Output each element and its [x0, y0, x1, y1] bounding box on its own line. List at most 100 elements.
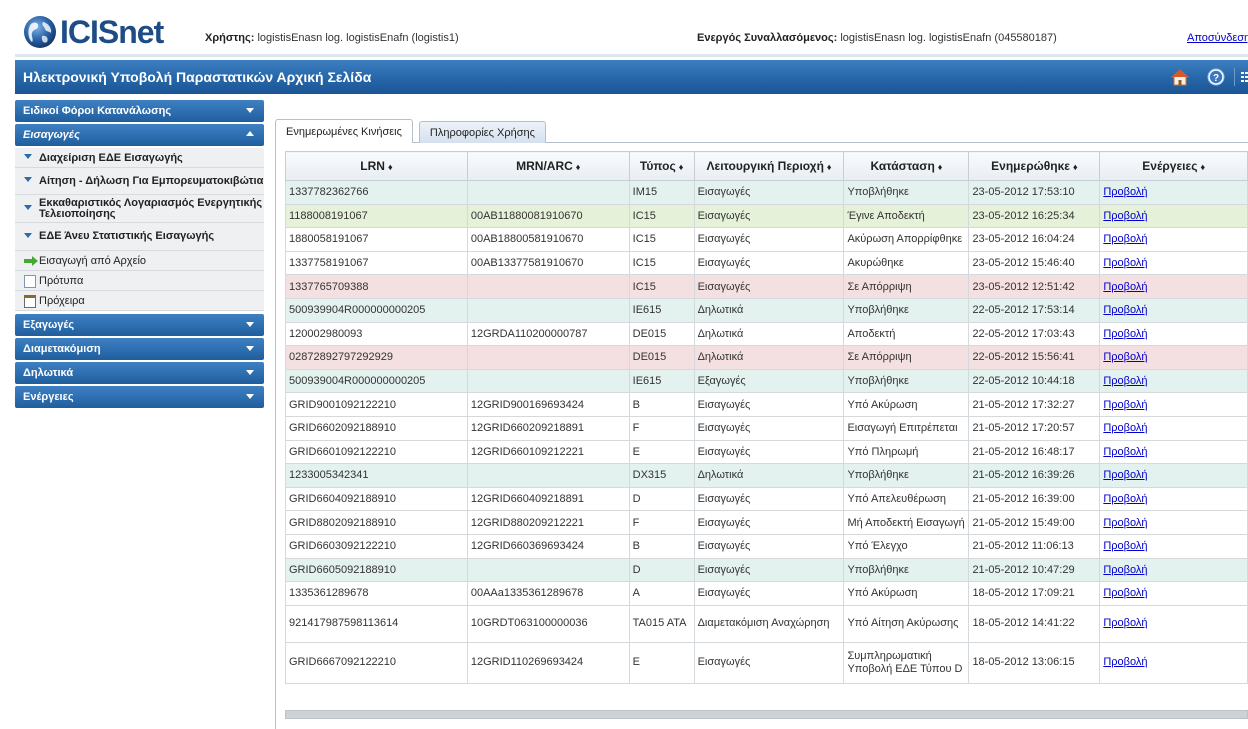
- sidebar-section-imports[interactable]: Εισαγωγές: [15, 124, 264, 146]
- table-row: 1337758191067 00AB13377581910670 IC15 Εισαγ…: [285, 250, 1248, 276]
- view-link[interactable]: Προβολή: [1103, 281, 1147, 293]
- sidebar-section-exports[interactable]: Εξαγωγές: [15, 314, 264, 336]
- movements-table: LRN ♦ MRN/ARC ♦ Τύπος ♦ Λειτουργική Περιοχή…: [285, 151, 1248, 684]
- sidebar-section-transit[interactable]: Διαμετακόμιση: [15, 338, 264, 360]
- help-icon[interactable]: ?: [1206, 67, 1226, 87]
- sidebar-section-manifests[interactable]: Δηλωτικά: [15, 362, 264, 384]
- cell-type: A: [628, 581, 695, 606]
- view-link[interactable]: Προβολή: [1103, 446, 1147, 458]
- column-header-status[interactable]: Κατάσταση ♦: [843, 151, 970, 181]
- green-arrow-icon: [24, 255, 38, 266]
- view-link[interactable]: Προβολή: [1103, 375, 1147, 387]
- cell-functional-area: Εισαγωγές: [693, 415, 845, 441]
- cell-type: B: [628, 533, 695, 559]
- tab-updated-movements[interactable]: Ενημερωμένες Κινήσεις: [275, 119, 413, 143]
- view-link[interactable]: Προβολή: [1103, 257, 1147, 269]
- cell-status: Υπό Ακύρωση: [843, 392, 970, 417]
- table-row: GRID6605092188910 D Εισαγωγές Υποβλήθηκε 21-…: [285, 557, 1248, 583]
- column-header-type[interactable]: Τύπος ♦: [628, 151, 695, 181]
- sidebar-item-container-request[interactable]: Αίτηση - Δήλωση Για Εμπορευματοκιβώτια: [15, 168, 264, 195]
- cell-functional-area: Εισαγωγές: [693, 439, 845, 465]
- sidebar-item-label: Πρόχειρα: [39, 294, 85, 307]
- home-icon[interactable]: [1170, 67, 1190, 87]
- sidebar-item-templates[interactable]: Πρότυπα: [15, 271, 264, 291]
- column-header-actions[interactable]: Ενέργειες ♦: [1099, 151, 1248, 181]
- column-header-updated[interactable]: Ενημερώθηκε ♦: [968, 151, 1101, 181]
- cell-type: F: [628, 510, 695, 535]
- view-link[interactable]: Προβολή: [1103, 656, 1147, 668]
- column-header-mrn[interactable]: MRN/ARC ♦: [466, 151, 630, 181]
- sort-icon: ♦: [1072, 162, 1078, 172]
- cell-status: Εισαγωγή Επιτρέπεται: [843, 415, 970, 441]
- cell-status: Σε Απόρριψη: [843, 345, 970, 370]
- sidebar-item-import-from-file[interactable]: Εισαγωγή από Αρχείο: [15, 251, 264, 271]
- view-link[interactable]: Προβολή: [1103, 351, 1147, 363]
- cell-functional-area: Διαμετακόμιση Αναχώρηση: [693, 604, 845, 643]
- table-row: 1880058191067 00AB18800581910670 IC15 Εισαγ…: [285, 227, 1248, 252]
- chevron-up-icon: [246, 131, 254, 136]
- sidebar-item-active-processing-account[interactable]: Εκκαθαριστικός Λογαριασμός Ενεργητικής Τ…: [15, 195, 264, 223]
- list-icon[interactable]: [1241, 67, 1248, 87]
- view-link[interactable]: Προβολή: [1103, 328, 1147, 340]
- sidebar-section-actions[interactable]: Ενέργειες: [15, 386, 264, 408]
- cell-action: Προβολή: [1099, 415, 1248, 441]
- view-link[interactable]: Προβολή: [1103, 587, 1147, 599]
- column-header-lrn[interactable]: LRN ♦: [285, 151, 468, 181]
- view-link[interactable]: Προβολή: [1103, 517, 1147, 529]
- view-link[interactable]: Προβολή: [1103, 422, 1147, 434]
- sidebar-item-manage-import-sad[interactable]: Διαχείριση ΕΔΕ Εισαγωγής: [15, 148, 264, 168]
- cell-updated: 21-05-2012 16:39:00: [968, 486, 1101, 512]
- view-link[interactable]: Προβολή: [1103, 493, 1147, 505]
- view-link[interactable]: Προβολή: [1103, 540, 1147, 552]
- logout-link[interactable]: Αποσύνδεση: [1187, 32, 1248, 44]
- cell-updated: 21-05-2012 17:20:57: [968, 415, 1101, 441]
- table-row: 1337782362766 IM15 Εισαγωγές Υποβλήθηκε 23-0…: [285, 180, 1248, 205]
- cell-lrn: GRID9001092122210: [285, 392, 468, 417]
- sidebar-section-label: Εξαγωγές: [23, 319, 75, 331]
- cell-functional-area: Εισαγωγές: [693, 274, 845, 299]
- cell-status: Υποβλήθηκε: [843, 297, 970, 323]
- horizontal-scrollbar[interactable]: [285, 710, 1248, 719]
- cell-type: IC15: [628, 250, 695, 276]
- cell-mrn: 00AB13377581910670: [466, 250, 630, 276]
- view-link[interactable]: Προβολή: [1103, 210, 1147, 222]
- view-link[interactable]: Προβολή: [1103, 617, 1147, 629]
- cell-action: Προβολή: [1099, 180, 1248, 205]
- clipboard-icon: [24, 294, 36, 308]
- cell-type: IE615: [628, 297, 695, 323]
- cell-action: Προβολή: [1099, 345, 1248, 370]
- user-label: Χρήστης:: [205, 32, 255, 44]
- cell-type: DE015: [628, 321, 695, 347]
- cell-action: Προβολή: [1099, 581, 1248, 606]
- cell-mrn: 12GRDA110200000787: [466, 321, 630, 347]
- user-info: Χρήστης: logistisEnasn log. logistisEnaf…: [205, 32, 459, 44]
- triangle-bullet-icon: [24, 177, 32, 182]
- trader-label: Ενεργός Συναλλασόμενος:: [697, 32, 838, 44]
- cell-lrn: GRID6604092188910: [285, 486, 468, 512]
- cell-action: Προβολή: [1099, 604, 1248, 643]
- cell-lrn: GRID8802092188910: [285, 510, 468, 535]
- toolbar-separator: [1234, 68, 1235, 86]
- cell-action: Προβολή: [1099, 368, 1248, 394]
- table-row: 120002980093 12GRDA110200000787 DE015 Δηλωτ…: [285, 321, 1248, 347]
- cell-lrn: 500939904R000000000205: [285, 297, 468, 323]
- view-link[interactable]: Προβολή: [1103, 399, 1147, 411]
- view-link[interactable]: Προβολή: [1103, 469, 1147, 481]
- cell-action: Προβολή: [1099, 203, 1248, 229]
- view-link[interactable]: Προβολή: [1103, 233, 1147, 245]
- cell-functional-area: Εισαγωγές: [693, 510, 845, 535]
- view-link[interactable]: Προβολή: [1103, 564, 1147, 576]
- cell-functional-area: Εισαγωγές: [693, 486, 845, 512]
- logo-text: ICISnet: [60, 14, 164, 50]
- tab-usage-info[interactable]: Πληροφορίες Χρήσης: [418, 121, 546, 143]
- sidebar-item-drafts[interactable]: Πρόχειρα: [15, 291, 264, 311]
- view-link[interactable]: Προβολή: [1103, 186, 1147, 198]
- sidebar-item-sad-no-statistics[interactable]: ΕΔΕ Άνευ Στατιστικής Εισαγωγής: [15, 223, 264, 251]
- sidebar-section-excise[interactable]: Ειδικοί Φόροι Κατανάλωσης: [15, 100, 264, 122]
- cell-updated: 23-05-2012 17:53:10: [968, 180, 1101, 205]
- cell-functional-area: Εισαγωγές: [693, 392, 845, 417]
- view-link[interactable]: Προβολή: [1103, 304, 1147, 316]
- column-header-functional-area[interactable]: Λειτουργική Περιοχή ♦: [693, 151, 845, 181]
- cell-status: Υποβλήθηκε: [843, 368, 970, 394]
- table-row: 500939004R000000000205 IE615 Εξαγωγές Υποβλ…: [285, 368, 1248, 394]
